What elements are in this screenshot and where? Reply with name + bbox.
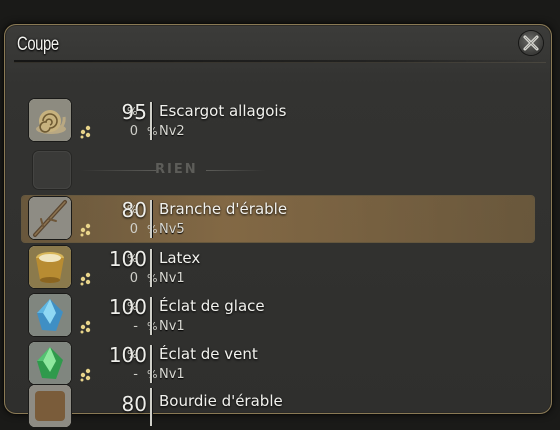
- hq-rate: 0: [129, 124, 138, 139]
- hq-rate-unit: %: [147, 320, 158, 333]
- item-name: Éclat de glace: [159, 297, 265, 315]
- hq-rate: 0: [129, 271, 138, 286]
- empty-slot: [33, 151, 71, 189]
- close-button[interactable]: [519, 31, 543, 55]
- item-level: Nv1: [159, 271, 185, 286]
- gather-item-row[interactable]: 95 % 0 % Escargot allagois Nv2: [22, 98, 534, 144]
- item-level: Nv1: [159, 367, 185, 382]
- item-level: Nv2: [159, 124, 185, 139]
- gather-rate-unit: %: [127, 300, 138, 313]
- empty-line-right: [206, 170, 266, 171]
- gather-rate: 80: [121, 392, 147, 416]
- ice-shard-icon: [29, 294, 71, 336]
- item-level: Nv1: [159, 319, 185, 334]
- item-name: Latex: [159, 249, 201, 267]
- gather-rate-unit: %: [127, 348, 138, 361]
- hq-rate: 0: [129, 222, 138, 237]
- gather-item-row[interactable]: 100 % - % Éclat de glace Nv1: [22, 293, 534, 339]
- row-divider: [150, 297, 152, 335]
- gather-item-row[interactable]: 80 Bourdie d'érable: [22, 384, 534, 430]
- gather-rate-unit: %: [127, 252, 138, 265]
- empty-item-row: RIEN: [22, 148, 534, 194]
- empty-label: RIEN: [155, 162, 198, 177]
- gather-rate-unit: %: [127, 105, 138, 118]
- gather-item-row-selected[interactable]: 80 % 0 % Branche d'érable Nv5: [22, 196, 534, 242]
- branch-icon: [29, 197, 71, 239]
- wood-icon: [29, 385, 71, 427]
- latex-cup-icon: [29, 246, 71, 288]
- hq-rate-unit: %: [147, 272, 158, 285]
- item-name: Escargot allagois: [159, 102, 287, 120]
- close-icon: [523, 35, 539, 51]
- hq-rate-unit: %: [147, 125, 158, 138]
- item-name: Bourdie d'érable: [159, 392, 283, 410]
- wind-shard-icon: [29, 342, 71, 384]
- gather-rate-unit: %: [127, 203, 138, 216]
- title-divider: [14, 60, 546, 63]
- snail-icon: [29, 99, 71, 141]
- gather-item-row[interactable]: 100 % - % Éclat de vent Nv1: [22, 341, 534, 387]
- hq-rate: -: [133, 367, 138, 382]
- row-divider: [150, 102, 152, 140]
- row-divider: [150, 249, 152, 287]
- item-level: Nv5: [159, 222, 185, 237]
- hq-rate-unit: %: [147, 368, 158, 381]
- empty-line-left: [80, 170, 156, 171]
- item-name: Éclat de vent: [159, 345, 258, 363]
- item-name: Branche d'érable: [159, 200, 288, 218]
- hq-rate: -: [133, 319, 138, 334]
- window-title: Coupe: [17, 34, 59, 55]
- row-divider: [150, 345, 152, 383]
- row-divider: [150, 200, 152, 238]
- row-divider: [150, 388, 152, 426]
- hq-rate-unit: %: [147, 223, 158, 236]
- gather-item-row[interactable]: 100 % 0 % Latex Nv1: [22, 245, 534, 291]
